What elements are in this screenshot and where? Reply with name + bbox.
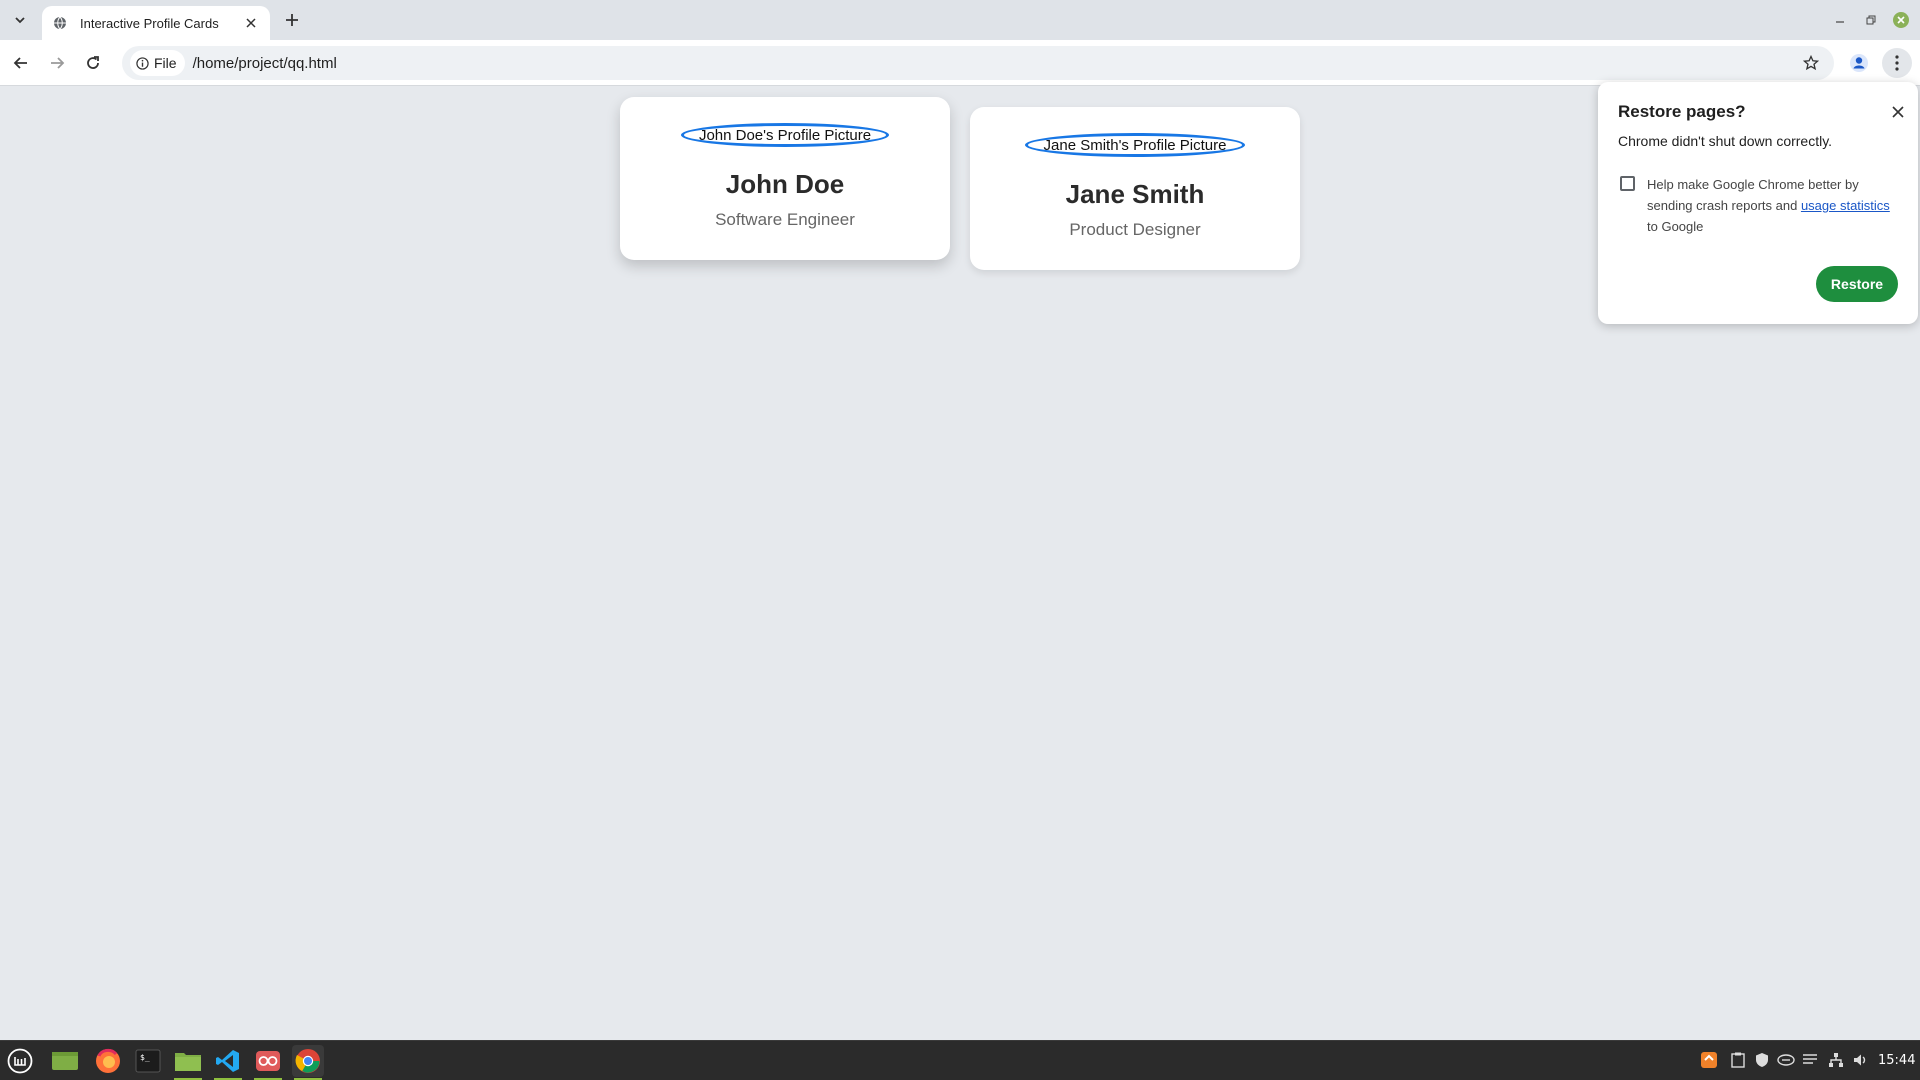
shield-icon [1756, 1053, 1768, 1067]
terminal-icon: $_ [135, 1049, 161, 1073]
dialog-message: Chrome didn't shut down correctly. [1618, 133, 1833, 149]
show-desktop-icon [52, 1052, 78, 1070]
reload-icon [87, 56, 99, 69]
avatar: Jane Smith's Profile Picture [1025, 133, 1245, 157]
info-icon [136, 56, 149, 70]
chrome-button[interactable] [292, 1045, 324, 1080]
vscode-icon [216, 1050, 239, 1072]
update-icon [1701, 1052, 1717, 1068]
minimize-icon [1836, 21, 1844, 23]
profile-role: Product Designer [1069, 220, 1201, 239]
network-tray[interactable] [1827, 1051, 1845, 1069]
vpn-icon [1777, 1054, 1795, 1066]
network-icon [1829, 1053, 1843, 1067]
close-window-button[interactable] [1891, 10, 1911, 30]
tab-search-button[interactable] [8, 8, 32, 32]
tab-bar: Interactive Profile Cards [0, 0, 1920, 40]
browser-toolbar: File /home/project/qq.html [0, 40, 1920, 86]
minimize-button[interactable] [1830, 10, 1850, 30]
taskbar: $_ 15:44 [0, 1040, 1920, 1080]
person-icon [1850, 54, 1868, 72]
maximize-button[interactable] [1861, 10, 1881, 30]
volume-icon [1854, 1054, 1866, 1066]
firefox-button[interactable] [92, 1045, 124, 1077]
update-manager-tray[interactable] [1700, 1051, 1718, 1069]
globe-icon [52, 15, 68, 31]
usage-statistics-link[interactable]: usage statistics [1801, 198, 1890, 213]
dialog-close-button[interactable] [1888, 102, 1908, 122]
mint-menu-icon [7, 1048, 33, 1074]
svg-text:$_: $_ [140, 1053, 150, 1062]
chrome-icon [295, 1049, 320, 1073]
restore-pages-dialog: Restore pages? Chrome didn't shut down c… [1598, 82, 1918, 324]
profile-card[interactable]: John Doe's Profile Picture John Doe Soft… [620, 97, 950, 260]
forward-arrow-icon [51, 57, 65, 69]
firefox-icon [96, 1048, 120, 1073]
xreader-button[interactable] [252, 1045, 284, 1080]
plus-icon [286, 14, 298, 26]
avatar: John Doe's Profile Picture [681, 123, 889, 147]
xreader-icon [256, 1051, 280, 1071]
site-info-chip[interactable]: File [130, 50, 185, 76]
forward-button[interactable] [44, 50, 70, 76]
profile-role: Software Engineer [715, 210, 855, 229]
profile-name: John Doe [725, 169, 845, 199]
clipboard-icon [1731, 1052, 1745, 1068]
terminal-button[interactable]: $_ [132, 1045, 164, 1077]
close-icon [246, 18, 256, 28]
profile-card[interactable]: Jane Smith's Profile Picture Jane Smith … [970, 107, 1300, 270]
tab-active[interactable]: Interactive Profile Cards [42, 6, 270, 40]
vpn-tray[interactable] [1777, 1051, 1795, 1069]
shield-tray[interactable] [1753, 1051, 1771, 1069]
close-icon [1892, 106, 1904, 118]
files-button[interactable] [172, 1045, 204, 1080]
profile-name: Jane Smith [1065, 179, 1205, 209]
help-text-suffix: to Google [1647, 219, 1704, 234]
site-info-label: File [154, 55, 177, 71]
back-arrow-icon [13, 57, 27, 69]
restore-button[interactable]: Restore [1816, 266, 1898, 302]
notes-tray[interactable] [1801, 1051, 1819, 1069]
star-icon [1803, 55, 1819, 71]
url-text[interactable]: /home/project/qq.html [193, 55, 1798, 72]
restore-window-icon [1866, 15, 1875, 24]
avatar-alt-text: John Doe's Profile Picture [698, 126, 872, 144]
crash-report-checkbox[interactable] [1620, 176, 1635, 191]
new-tab-button[interactable] [280, 8, 304, 32]
dialog-title: Restore pages? [1618, 102, 1746, 121]
files-icon [175, 1053, 201, 1071]
chevron-down-icon [15, 17, 25, 24]
address-bar[interactable]: File /home/project/qq.html [122, 46, 1834, 80]
mint-menu-button[interactable] [4, 1045, 36, 1077]
chrome-menu-button[interactable] [1882, 48, 1912, 78]
show-desktop-button[interactable] [49, 1045, 81, 1077]
kebab-menu-icon [1895, 55, 1899, 71]
notes-icon [1803, 1054, 1817, 1064]
close-window-icon [1893, 12, 1909, 28]
reload-button[interactable] [80, 50, 106, 76]
tab-title: Interactive Profile Cards [80, 15, 219, 31]
vscode-button[interactable] [212, 1045, 244, 1080]
clipboard-tray[interactable] [1729, 1051, 1747, 1069]
crash-report-label: Help make Google Chrome better by sendin… [1647, 174, 1897, 237]
back-button[interactable] [8, 50, 34, 76]
volume-tray[interactable] [1851, 1051, 1869, 1069]
profile-button[interactable] [1846, 50, 1872, 76]
clock[interactable]: 15:44 [1878, 1053, 1915, 1068]
tab-close-button[interactable] [242, 14, 260, 32]
bookmark-button[interactable] [1798, 50, 1824, 76]
avatar-alt-text: Jane Smith's Profile Picture [1043, 136, 1227, 154]
